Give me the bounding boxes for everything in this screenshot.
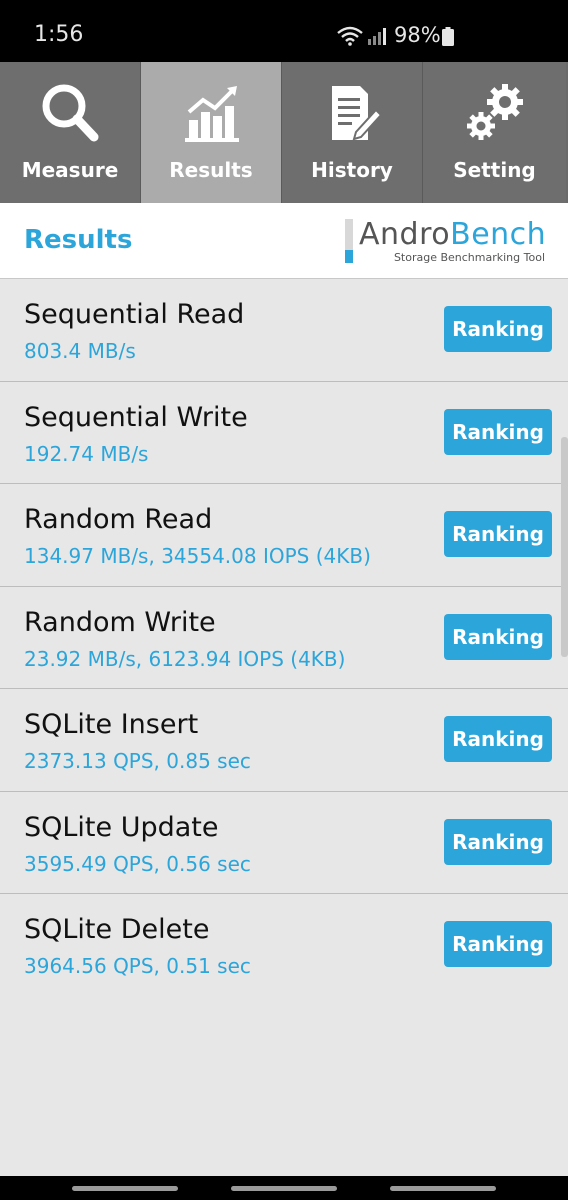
result-name: SQLite Delete [24, 914, 210, 945]
nav-back-button[interactable] [390, 1186, 496, 1191]
document-pen-icon [332, 86, 383, 141]
wifi-icon [337, 26, 363, 46]
tab-results-label: Results [169, 158, 253, 182]
bar-chart-icon [185, 86, 239, 142]
tab-setting[interactable]: Setting [423, 62, 566, 203]
result-value: 192.74 MB/s [24, 441, 149, 466]
result-row-sqlite-update: SQLite Update 3595.49 QPS, 0.56 sec Rank… [0, 791, 568, 894]
result-row-sequential-write: Sequential Write 192.74 MB/s Ranking [0, 381, 568, 484]
tab-bar: Measure Results History Setting [0, 62, 568, 203]
gears-icon [466, 84, 523, 140]
ranking-button[interactable]: Ranking [444, 306, 552, 352]
result-value: 2373.13 QPS, 0.85 sec [24, 749, 251, 773]
ranking-button[interactable]: Ranking [444, 511, 552, 557]
logo-text-bench: Bench [450, 217, 547, 252]
result-value: 3964.56 QPS, 0.51 sec [24, 954, 251, 978]
tab-setting-label: Setting [453, 158, 536, 182]
navigation-bar [0, 1176, 568, 1200]
result-value: 23.92 MB/s, 6123.94 IOPS (4KB) [24, 646, 346, 671]
tab-results[interactable]: Results [141, 62, 282, 203]
ranking-button[interactable]: Ranking [444, 613, 552, 660]
result-row-random-write: Random Write 23.92 MB/s, 6123.94 IOPS (4… [0, 586, 568, 689]
ranking-button[interactable]: Ranking [444, 408, 552, 455]
screen: 1:56 98% Measure Results History Setting… [0, 0, 568, 1200]
ranking-button[interactable]: Ranking [444, 818, 552, 865]
scrollbar[interactable] [561, 437, 568, 657]
result-row-sequential-read: Sequential Read 803.4 MB/s Ranking [0, 279, 568, 382]
result-row-sqlite-insert: SQLite Insert 2373.13 QPS, 0.85 sec Rank… [0, 689, 568, 792]
nav-home-button[interactable] [231, 1186, 337, 1191]
status-time: 1:56 [34, 22, 84, 47]
status-bar: 1:56 98% [0, 0, 568, 62]
result-name: Random Read [24, 504, 213, 535]
tab-measure[interactable]: Measure [0, 62, 141, 203]
result-row-random-read: Random Read 134.97 MB/s, 34554.08 IOPS (… [0, 484, 568, 587]
result-name: Random Write [24, 606, 216, 638]
signal-icon [368, 28, 386, 45]
logo-text-andro: Andro [359, 217, 451, 252]
ranking-button[interactable]: Ranking [444, 716, 552, 762]
page-title: Results [24, 225, 133, 255]
logo-tagline: Storage Benchmarking Tool [393, 251, 545, 264]
result-name: SQLite Update [24, 811, 219, 843]
result-name: Sequential Read [24, 299, 245, 330]
logo-bar [345, 219, 353, 263]
ranking-button[interactable]: Ranking [444, 921, 552, 967]
result-name: SQLite Insert [24, 709, 199, 740]
tab-history[interactable]: History [282, 62, 423, 203]
tab-measure-label: Measure [21, 158, 119, 182]
results-list: Sequential Read 803.4 MB/s Ranking Seque… [0, 279, 568, 997]
result-value: 3595.49 QPS, 0.56 sec [24, 851, 251, 876]
search-icon [42, 84, 99, 142]
logo-text: AndroBench [359, 217, 546, 252]
result-name: Sequential Write [24, 401, 248, 433]
nav-recents-button[interactable] [72, 1186, 178, 1191]
result-row-sqlite-delete: SQLite Delete 3964.56 QPS, 0.51 sec Rank… [0, 894, 568, 997]
result-value: 134.97 MB/s, 34554.08 IOPS (4KB) [24, 544, 371, 568]
header: Results AndroBench Storage Benchmarking … [0, 203, 568, 279]
battery-percent: 98% [394, 23, 441, 47]
result-value: 803.4 MB/s [24, 339, 136, 363]
tab-history-label: History [311, 158, 393, 182]
battery-icon [442, 27, 454, 46]
androbench-logo: AndroBench Storage Benchmarking Tool [345, 217, 546, 267]
